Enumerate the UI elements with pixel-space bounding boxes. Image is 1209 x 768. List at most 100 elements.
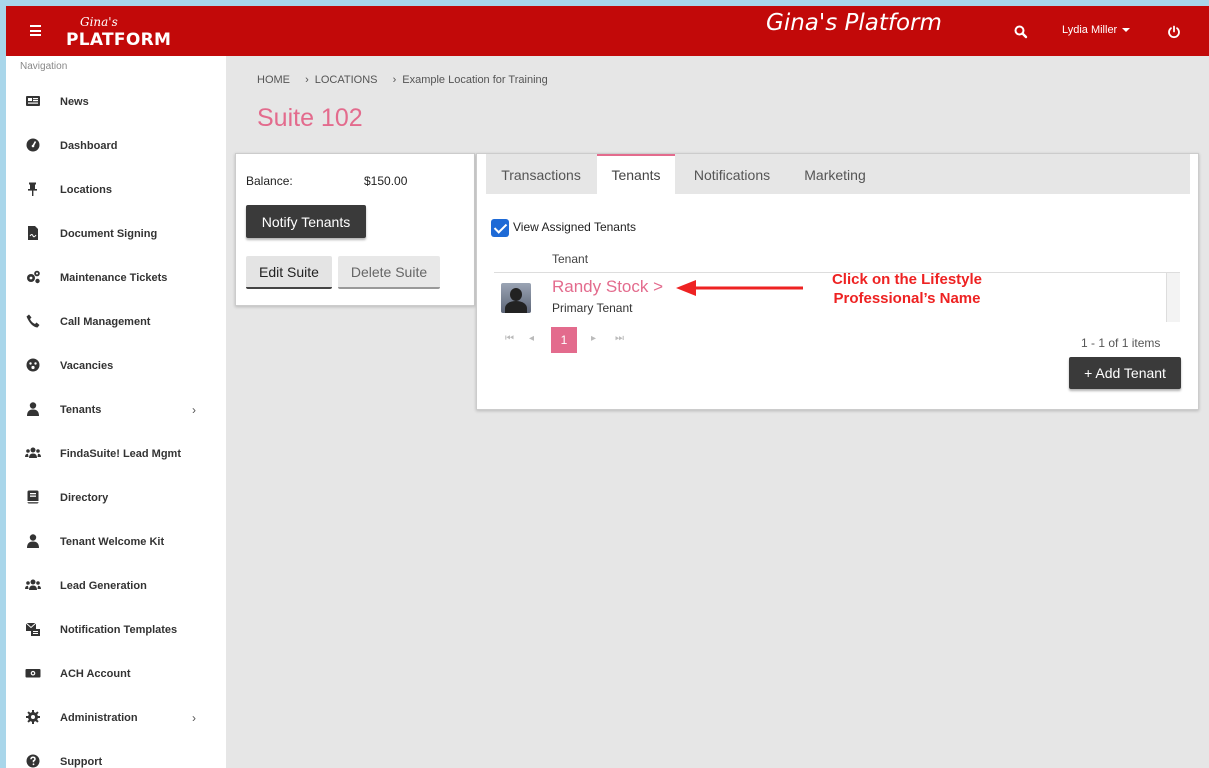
breadcrumb-separator: › xyxy=(392,74,397,86)
logo-word-text: PLATFORM xyxy=(66,30,172,50)
hamburger-menu-icon[interactable] xyxy=(30,23,42,39)
user-name: Lydia Miller xyxy=(1062,24,1118,36)
sidebar-item-notification-templates[interactable]: Notification Templates xyxy=(6,615,226,645)
gauge-icon xyxy=(25,137,41,153)
tenant-column-header[interactable]: Tenant xyxy=(552,252,588,266)
user-icon xyxy=(25,533,41,549)
search-icon[interactable] xyxy=(1013,24,1029,40)
pin-icon xyxy=(25,181,41,197)
user-menu[interactable]: Lydia Miller xyxy=(1062,24,1131,36)
sidebar-item-label: Dashboard xyxy=(60,140,118,152)
phone-icon xyxy=(25,313,41,329)
money-icon xyxy=(25,665,41,681)
last-page-icon[interactable]: ⏭ xyxy=(615,333,624,344)
page-number-button[interactable]: 1 xyxy=(551,327,577,353)
sidebar-item-directory[interactable]: Directory xyxy=(6,483,226,513)
breadcrumb: HOME › LOCATIONS › Example Location for Tr… xyxy=(257,74,560,86)
question-icon xyxy=(25,753,41,768)
sidebar-item-label: Notification Templates xyxy=(60,624,178,636)
tab-tenants[interactable]: Tenants xyxy=(597,154,675,194)
next-page-icon[interactable]: ▸ xyxy=(591,333,596,344)
sidebar-item-tenant-welcome-kit[interactable]: Tenant Welcome Kit xyxy=(6,527,226,557)
logo-script-text: Gina's xyxy=(80,15,118,29)
top-bar: Gina's PLATFORM Gina's Platform Lydia Mi… xyxy=(6,6,1209,56)
tenant-role: Primary Tenant xyxy=(552,301,633,315)
edit-suite-button[interactable]: Edit Suite xyxy=(246,256,332,289)
breadcrumb-home-link[interactable]: HOME xyxy=(257,74,290,86)
tab-notifications[interactable]: Notifications xyxy=(684,154,780,194)
tab-marketing[interactable]: Marketing xyxy=(794,154,876,194)
prev-page-icon[interactable]: ◂ xyxy=(529,333,534,344)
document-icon xyxy=(25,225,41,241)
balance-label: Balance: xyxy=(246,174,293,188)
app-title: Gina's Platform xyxy=(766,10,942,36)
sidebar-item-document-signing[interactable]: Document Signing xyxy=(6,219,226,249)
annotation-arrow-icon xyxy=(676,280,803,296)
sidebar-item-support[interactable]: Support xyxy=(6,747,226,768)
sidebar-item-label: Call Management xyxy=(60,316,151,328)
sidebar-item-vacancies[interactable]: Vacancies xyxy=(6,351,226,381)
cogs-icon xyxy=(25,269,41,285)
sidebar-item-maintenance-tickets[interactable]: Maintenance Tickets xyxy=(6,263,226,293)
chevron-right-icon: › xyxy=(192,403,196,417)
tab-transactions[interactable]: Transactions xyxy=(486,154,596,194)
caret-down-icon xyxy=(1122,28,1131,33)
sidebar-item-call-management[interactable]: Call Management xyxy=(6,307,226,337)
sidebar-item-label: FindaSuite! Lead Mgmt xyxy=(60,448,181,460)
sidebar-item-label: Vacancies xyxy=(60,360,114,372)
sidebar-item-news[interactable]: News xyxy=(6,87,226,117)
mail-template-icon xyxy=(25,621,41,637)
chevron-right-icon: › xyxy=(192,711,196,725)
breadcrumb-locations-link[interactable]: LOCATIONS xyxy=(315,74,378,86)
suite-summary-card: Balance: $150.00 Notify Tenants Edit Sui… xyxy=(235,153,475,306)
delete-suite-button[interactable]: Delete Suite xyxy=(338,256,440,289)
sidebar-item-label: News xyxy=(60,96,89,108)
sidebar-item-ach-account[interactable]: ACH Account xyxy=(6,659,226,689)
user-icon xyxy=(25,401,41,417)
view-assigned-checkbox[interactable] xyxy=(491,219,509,237)
book-icon xyxy=(25,489,41,505)
sidebar-item-administration[interactable]: Administration › xyxy=(6,703,226,733)
app-window: Gina's PLATFORM Gina's Platform Lydia Mi… xyxy=(6,6,1209,768)
sidebar-item-label: Document Signing xyxy=(60,228,158,240)
sidebar-item-label: Directory xyxy=(60,492,109,504)
sidebar-item-label: Administration xyxy=(60,712,138,724)
users-icon xyxy=(25,445,41,461)
grid-scrollbar[interactable] xyxy=(1166,273,1180,322)
sidebar-item-label: Locations xyxy=(60,184,112,196)
view-assigned-label: View Assigned Tenants xyxy=(513,220,636,235)
breadcrumb-separator: › xyxy=(305,74,309,86)
annotation-line-2: Professional’s Name xyxy=(833,290,981,307)
sidebar-item-lead-generation[interactable]: Lead Generation xyxy=(6,571,226,601)
avatar xyxy=(501,283,531,313)
view-assigned-tenants-toggle[interactable]: View Assigned Tenants xyxy=(491,219,636,237)
items-count: 1 - 1 of 1 items xyxy=(1081,336,1161,350)
sidebar-item-tenants[interactable]: Tenants › xyxy=(6,395,226,425)
sidebar-item-dashboard[interactable]: Dashboard xyxy=(6,131,226,161)
balance-value: $150.00 xyxy=(364,174,408,188)
nav-heading: Navigation xyxy=(20,61,68,72)
platform-logo[interactable]: Gina's PLATFORM xyxy=(64,13,174,53)
newspaper-icon xyxy=(25,93,41,109)
sidebar-item-locations[interactable]: Locations xyxy=(6,175,226,205)
notify-tenants-button[interactable]: Notify Tenants xyxy=(246,205,366,238)
sidebar-item-label: Tenants xyxy=(60,404,102,416)
sidebar-item-label: Tenant Welcome Kit xyxy=(60,536,165,548)
page-title: Suite 102 xyxy=(257,104,363,132)
tab-bar: Transactions Tenants Notifications Marke… xyxy=(486,154,1190,194)
smiley-icon xyxy=(25,357,41,373)
breadcrumb-current: Example Location for Training xyxy=(402,74,548,86)
sidebar-item-findasuite-lead-mgmt[interactable]: FindaSuite! Lead Mgmt xyxy=(6,439,226,469)
users-icon xyxy=(25,577,41,593)
tenant-name-link[interactable]: Randy Stock > xyxy=(552,277,663,297)
sidebar-item-label: Lead Generation xyxy=(60,580,147,592)
power-icon[interactable] xyxy=(1166,24,1182,40)
sidebar: Navigation News Dashboard Locations Docu… xyxy=(6,56,226,768)
annotation-text: Click on the Lifestyle Professional’s Na… xyxy=(802,270,1012,308)
first-page-icon[interactable]: ⏮ xyxy=(505,333,514,344)
sidebar-item-label: Maintenance Tickets xyxy=(60,272,168,284)
gear-icon xyxy=(25,709,41,725)
add-tenant-button[interactable]: + Add Tenant xyxy=(1069,357,1181,389)
sidebar-item-label: ACH Account xyxy=(60,668,131,680)
sidebar-item-label: Support xyxy=(60,756,103,768)
